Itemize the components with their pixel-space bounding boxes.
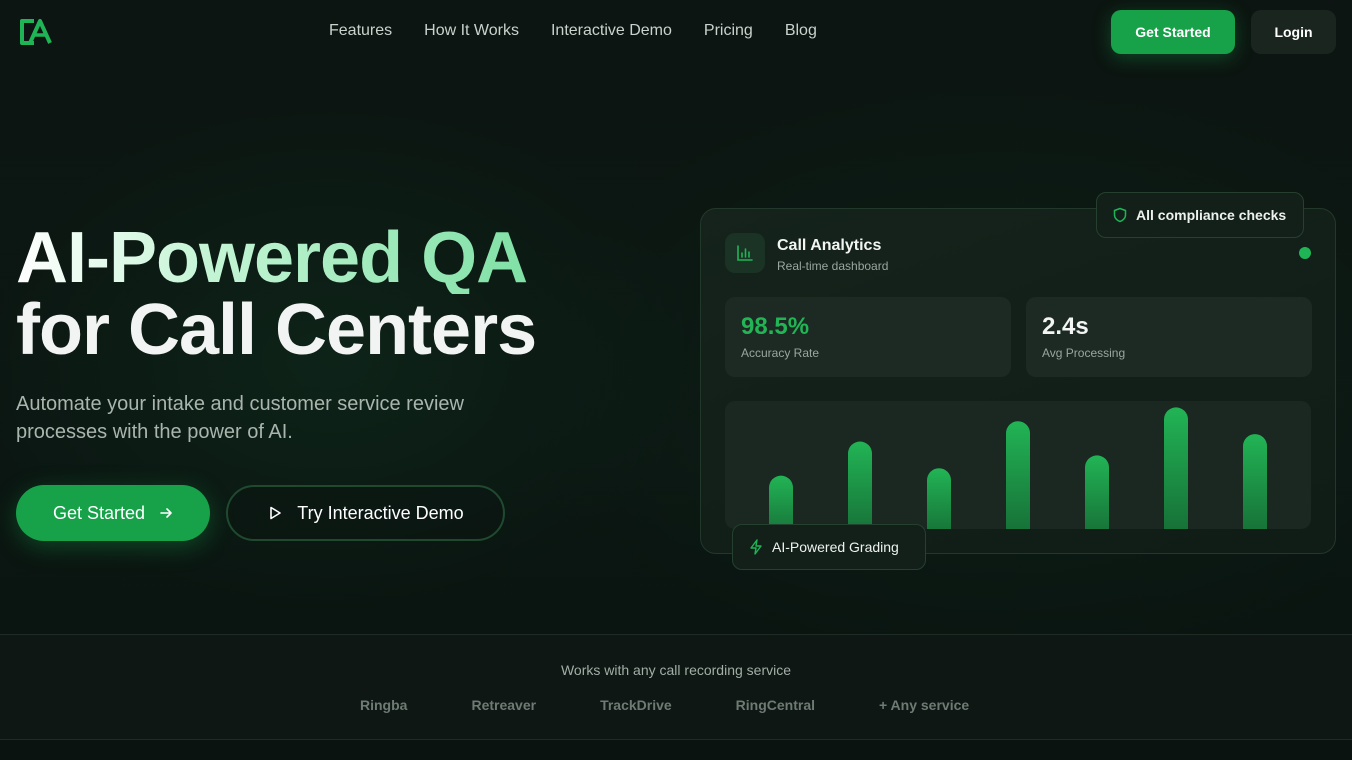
partner-retreaver: Retreaver bbox=[471, 697, 537, 713]
chart-bar-1 bbox=[769, 475, 793, 529]
ai-grading-badge-label: AI-Powered Grading bbox=[772, 539, 899, 555]
nav-link-interactive-demo[interactable]: Interactive Demo bbox=[551, 22, 672, 40]
nav-link-blog[interactable]: Blog bbox=[785, 22, 817, 40]
hero-title: AI-Powered QA for Call Centers bbox=[16, 222, 537, 370]
card-subtitle: Real-time dashboard bbox=[777, 259, 889, 273]
stat-processing-value: 2.4s bbox=[1042, 313, 1089, 340]
call-analytics-card: Call Analytics Real-time dashboard 98.5%… bbox=[700, 208, 1336, 554]
card-title: Call Analytics bbox=[777, 237, 882, 254]
hero-subtitle: Automate your intake and customer servic… bbox=[16, 393, 464, 443]
nav-get-started-button[interactable]: Get Started bbox=[1111, 10, 1235, 54]
chart-bar-5 bbox=[1085, 455, 1109, 529]
integrations-strip: Works with any call recording service Ri… bbox=[0, 634, 1352, 740]
shield-icon bbox=[1113, 207, 1127, 223]
partner-ringba: Ringba bbox=[360, 697, 408, 713]
hero-get-started-button[interactable]: Get Started bbox=[16, 485, 210, 541]
chart-bar-3 bbox=[927, 468, 951, 529]
partner-trackdrive: TrackDrive bbox=[600, 697, 672, 713]
hero-get-started-label: Get Started bbox=[52, 502, 146, 523]
chart-bar-4 bbox=[1006, 421, 1030, 529]
try-interactive-demo-label: Try Interactive Demo bbox=[297, 502, 464, 523]
play-icon bbox=[270, 506, 282, 520]
compliance-badge: All compliance checks bbox=[1096, 192, 1304, 238]
bar-chart-icon bbox=[725, 233, 765, 273]
hero-title-line1: AI-Powered QA bbox=[16, 222, 536, 294]
qa-logo-icon[interactable] bbox=[18, 17, 54, 47]
login-button[interactable]: Login bbox=[1251, 10, 1336, 54]
top-navigation: Features How It Works Interactive Demo P… bbox=[0, 0, 1352, 64]
chart-bar-6 bbox=[1164, 407, 1188, 529]
bar-chart bbox=[725, 401, 1311, 529]
chart-bar-7 bbox=[1243, 434, 1267, 529]
partner-ringcentral: RingCentral bbox=[735, 697, 816, 713]
chart-bar-2 bbox=[848, 441, 872, 529]
integrations-caption: Works with any call recording service bbox=[560, 662, 792, 678]
partner-list: Ringba Retreaver TrackDrive RingCentral … bbox=[360, 697, 969, 713]
stat-processing-label: Avg Processing bbox=[1042, 346, 1126, 360]
arrow-right-icon bbox=[160, 508, 172, 518]
live-status-dot bbox=[1299, 247, 1311, 259]
lightning-icon bbox=[750, 539, 762, 555]
nav-link-how-it-works[interactable]: How It Works bbox=[424, 22, 519, 40]
partner-any-service: + Any service bbox=[879, 697, 970, 713]
nav-links: Features How It Works Interactive Demo P… bbox=[329, 22, 817, 40]
nav-link-pricing[interactable]: Pricing bbox=[704, 22, 753, 40]
ai-grading-badge: AI-Powered Grading bbox=[732, 524, 926, 570]
stat-processing: 2.4s Avg Processing bbox=[1026, 297, 1312, 377]
stat-accuracy: 98.5% Accuracy Rate bbox=[725, 297, 1011, 377]
bar-chart-svg bbox=[769, 407, 1267, 529]
hero-title-line2: for Call Centers bbox=[16, 290, 537, 370]
stat-accuracy-value: 98.5% bbox=[741, 313, 810, 340]
nav-link-features[interactable]: Features bbox=[329, 22, 392, 40]
compliance-badge-label: All compliance checks bbox=[1136, 207, 1287, 223]
try-interactive-demo-button[interactable]: Try Interactive Demo bbox=[226, 485, 505, 541]
stat-accuracy-label: Accuracy Rate bbox=[741, 346, 820, 360]
